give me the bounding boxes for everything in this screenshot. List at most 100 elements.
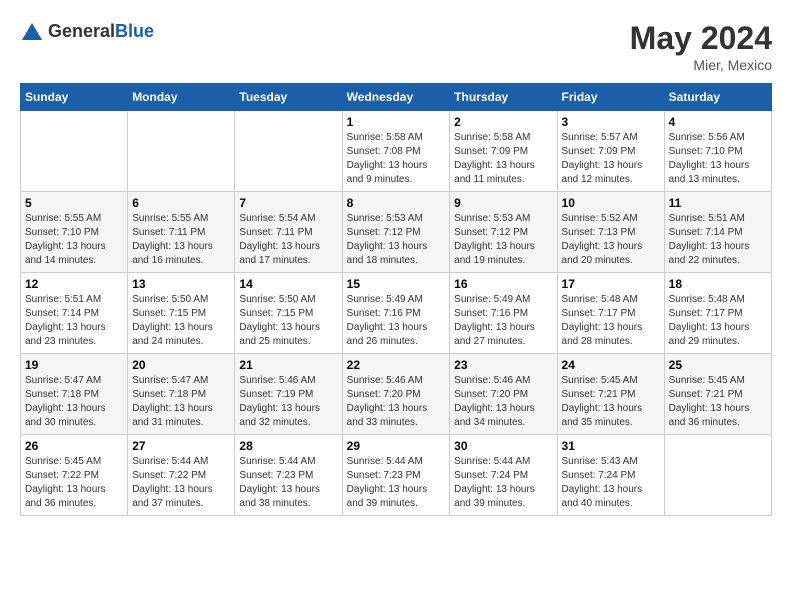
day-number: 18	[669, 277, 767, 291]
day-info: Sunrise: 5:57 AMSunset: 7:09 PMDaylight:…	[562, 131, 660, 187]
calendar-cell: 2 Sunrise: 5:58 AMSunset: 7:09 PMDaylight…	[450, 111, 557, 192]
weekday-header-monday: Monday	[128, 84, 235, 111]
page-header: GeneralBlue May 2024 Mier, Mexico	[20, 20, 772, 73]
calendar-cell: 11 Sunrise: 5:51 AMSunset: 7:14 PMDayligh…	[664, 192, 771, 273]
title-area: May 2024 Mier, Mexico	[630, 20, 772, 73]
logo: GeneralBlue	[20, 20, 154, 44]
day-number: 11	[669, 196, 767, 210]
day-info: Sunrise: 5:49 AMSunset: 7:16 PMDaylight:…	[454, 293, 552, 349]
day-info: Sunrise: 5:53 AMSunset: 7:12 PMDaylight:…	[347, 212, 446, 268]
day-info: Sunrise: 5:44 AMSunset: 7:24 PMDaylight:…	[454, 455, 552, 511]
calendar-cell: 7 Sunrise: 5:54 AMSunset: 7:11 PMDaylight…	[235, 192, 342, 273]
calendar-header-row: SundayMondayTuesdayWednesdayThursdayFrid…	[21, 84, 772, 111]
day-info: Sunrise: 5:52 AMSunset: 7:13 PMDaylight:…	[562, 212, 660, 268]
day-number: 12	[25, 277, 123, 291]
calendar-cell: 22 Sunrise: 5:46 AMSunset: 7:20 PMDayligh…	[342, 354, 450, 435]
calendar-cell: 17 Sunrise: 5:48 AMSunset: 7:17 PMDayligh…	[557, 273, 664, 354]
calendar-week-row: 1 Sunrise: 5:58 AMSunset: 7:08 PMDaylight…	[21, 111, 772, 192]
day-number: 27	[132, 439, 230, 453]
day-info: Sunrise: 5:45 AMSunset: 7:21 PMDaylight:…	[562, 374, 660, 430]
location-subtitle: Mier, Mexico	[630, 57, 772, 73]
day-number: 19	[25, 358, 123, 372]
day-number: 14	[239, 277, 337, 291]
day-info: Sunrise: 5:48 AMSunset: 7:17 PMDaylight:…	[562, 293, 660, 349]
day-number: 2	[454, 115, 552, 129]
calendar-week-row: 5Sunrise: 5:55 AMSunset: 7:10 PMDaylight…	[21, 192, 772, 273]
calendar-cell: 13 Sunrise: 5:50 AMSunset: 7:15 PMDayligh…	[128, 273, 235, 354]
day-number: 25	[669, 358, 767, 372]
day-info: Sunrise: 5:55 AMSunset: 7:11 PMDaylight:…	[132, 212, 230, 268]
weekday-header-sunday: Sunday	[21, 84, 128, 111]
calendar-week-row: 19 Sunrise: 5:47 AMSunset: 7:18 PMDayligh…	[21, 354, 772, 435]
day-info: Sunrise: 5:58 AMSunset: 7:09 PMDaylight:…	[454, 131, 552, 187]
day-number: 28	[239, 439, 337, 453]
day-number: 5	[25, 196, 123, 210]
calendar-week-row: 26Sunrise: 5:45 AMSunset: 7:22 PMDayligh…	[21, 435, 772, 516]
logo-text-blue: Blue	[115, 21, 154, 41]
calendar-cell: 28 Sunrise: 5:44 AMSunset: 7:23 PMDayligh…	[235, 435, 342, 516]
day-number: 22	[347, 358, 446, 372]
day-number: 15	[347, 277, 446, 291]
calendar-cell: 27 Sunrise: 5:44 AMSunset: 7:22 PMDayligh…	[128, 435, 235, 516]
day-info: Sunrise: 5:46 AMSunset: 7:19 PMDaylight:…	[239, 374, 337, 430]
weekday-header-tuesday: Tuesday	[235, 84, 342, 111]
day-info: Sunrise: 5:49 AMSunset: 7:16 PMDaylight:…	[347, 293, 446, 349]
weekday-header-wednesday: Wednesday	[342, 84, 450, 111]
logo-icon	[20, 20, 44, 44]
day-number: 24	[562, 358, 660, 372]
day-number: 31	[562, 439, 660, 453]
day-info: Sunrise: 5:46 AMSunset: 7:20 PMDaylight:…	[454, 374, 552, 430]
day-number: 16	[454, 277, 552, 291]
weekday-header-saturday: Saturday	[664, 84, 771, 111]
day-number: 13	[132, 277, 230, 291]
month-year-title: May 2024	[630, 20, 772, 57]
calendar-cell: 23 Sunrise: 5:46 AMSunset: 7:20 PMDayligh…	[450, 354, 557, 435]
calendar-cell: 24 Sunrise: 5:45 AMSunset: 7:21 PMDayligh…	[557, 354, 664, 435]
day-info: Sunrise: 5:58 AMSunset: 7:08 PMDaylight:…	[347, 131, 446, 187]
day-info: Sunrise: 5:45 AMSunset: 7:21 PMDaylight:…	[669, 374, 767, 430]
calendar-cell	[664, 435, 771, 516]
calendar-week-row: 12 Sunrise: 5:51 AMSunset: 7:14 PMDayligh…	[21, 273, 772, 354]
day-number: 17	[562, 277, 660, 291]
day-info: Sunrise: 5:44 AMSunset: 7:23 PMDaylight:…	[347, 455, 446, 511]
calendar-cell	[21, 111, 128, 192]
day-info: Sunrise: 5:47 AMSunset: 7:18 PMDaylight:…	[132, 374, 230, 430]
day-info: Sunrise: 5:53 AMSunset: 7:12 PMDaylight:…	[454, 212, 552, 268]
calendar-cell: 15 Sunrise: 5:49 AMSunset: 7:16 PMDayligh…	[342, 273, 450, 354]
calendar-cell: 3Sunrise: 5:57 AMSunset: 7:09 PMDaylight…	[557, 111, 664, 192]
logo-text-general: General	[48, 21, 115, 41]
calendar-cell: 10 Sunrise: 5:52 AMSunset: 7:13 PMDayligh…	[557, 192, 664, 273]
day-info: Sunrise: 5:54 AMSunset: 7:11 PMDaylight:…	[239, 212, 337, 268]
day-number: 9	[454, 196, 552, 210]
day-info: Sunrise: 5:48 AMSunset: 7:17 PMDaylight:…	[669, 293, 767, 349]
weekday-header-friday: Friday	[557, 84, 664, 111]
day-number: 7	[239, 196, 337, 210]
day-info: Sunrise: 5:56 AMSunset: 7:10 PMDaylight:…	[669, 131, 767, 187]
calendar-cell: 19 Sunrise: 5:47 AMSunset: 7:18 PMDayligh…	[21, 354, 128, 435]
day-number: 10	[562, 196, 660, 210]
weekday-header-thursday: Thursday	[450, 84, 557, 111]
calendar-cell: 4 Sunrise: 5:56 AMSunset: 7:10 PMDaylight…	[664, 111, 771, 192]
day-number: 6	[132, 196, 230, 210]
calendar-cell: 14Sunrise: 5:50 AMSunset: 7:15 PMDayligh…	[235, 273, 342, 354]
day-number: 4	[669, 115, 767, 129]
day-number: 29	[347, 439, 446, 453]
day-number: 1	[347, 115, 446, 129]
day-number: 23	[454, 358, 552, 372]
calendar-cell: 21 Sunrise: 5:46 AMSunset: 7:19 PMDayligh…	[235, 354, 342, 435]
day-info: Sunrise: 5:47 AMSunset: 7:18 PMDaylight:…	[25, 374, 123, 430]
day-number: 8	[347, 196, 446, 210]
day-info: Sunrise: 5:43 AMSunset: 7:24 PMDaylight:…	[562, 455, 660, 511]
calendar-cell: 9 Sunrise: 5:53 AMSunset: 7:12 PMDaylight…	[450, 192, 557, 273]
calendar-cell: 18 Sunrise: 5:48 AMSunset: 7:17 PMDayligh…	[664, 273, 771, 354]
calendar-cell: 30Sunrise: 5:44 AMSunset: 7:24 PMDayligh…	[450, 435, 557, 516]
day-info: Sunrise: 5:44 AMSunset: 7:23 PMDaylight:…	[239, 455, 337, 511]
day-info: Sunrise: 5:51 AMSunset: 7:14 PMDaylight:…	[669, 212, 767, 268]
day-info: Sunrise: 5:46 AMSunset: 7:20 PMDaylight:…	[347, 374, 446, 430]
day-info: Sunrise: 5:50 AMSunset: 7:15 PMDaylight:…	[132, 293, 230, 349]
calendar-cell: 25 Sunrise: 5:45 AMSunset: 7:21 PMDayligh…	[664, 354, 771, 435]
day-info: Sunrise: 5:51 AMSunset: 7:14 PMDaylight:…	[25, 293, 123, 349]
calendar-cell: 31 Sunrise: 5:43 AMSunset: 7:24 PMDayligh…	[557, 435, 664, 516]
day-info: Sunrise: 5:44 AMSunset: 7:22 PMDaylight:…	[132, 455, 230, 511]
day-number: 21	[239, 358, 337, 372]
